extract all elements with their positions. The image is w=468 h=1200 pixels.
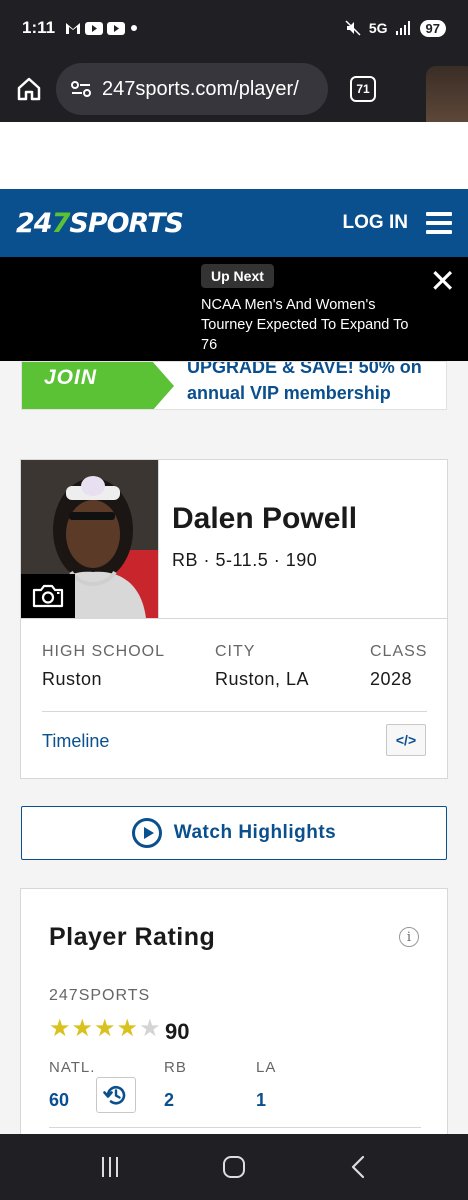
join-promo-text: UPGRADE & SAVE! 50% on annual VIP member… (187, 361, 422, 403)
youtube-icon-2 (107, 21, 126, 35)
high-school-value: Ruston (42, 669, 103, 689)
player-photo[interactable] (21, 460, 158, 618)
city-value: Ruston, LA (215, 669, 310, 689)
star-rating: ★ ★ ★ ★ ★ (49, 1017, 161, 1041)
city-info: CITY Ruston, LA (215, 643, 309, 690)
rating-source: 247SPORTS (49, 987, 151, 1004)
join-label: JOIN (44, 366, 98, 389)
logo-seven: 7 (51, 207, 71, 239)
up-next-badge: Up Next (201, 264, 274, 288)
rating-score: 90 (165, 1019, 190, 1044)
status-time: 1:11 (22, 18, 56, 37)
star-filled-icon: ★ (71, 1015, 94, 1042)
browser-toolbar: 247sports.com/player/ 71 (0, 56, 468, 122)
join-vip-banner[interactable]: JOIN UPGRADE & SAVE! 50% on annual VIP m… (21, 361, 447, 410)
player-card: Dalen Powell RB · 5-11.5 · 190 HIGH SCHO… (20, 459, 448, 779)
dot-icon (131, 25, 138, 31)
site-logo[interactable]: 247SPORTS (16, 207, 184, 239)
close-icon[interactable]: ✕ (429, 265, 456, 297)
rating-title: Player Rating (49, 923, 216, 951)
city-label: CITY (215, 643, 256, 660)
class-info: CLASS 2028 (370, 643, 427, 690)
up-next-headline[interactable]: NCAA Men's And Women's Tourney Expected … (201, 295, 411, 355)
gmail-icon (66, 22, 81, 34)
player-position-height-weight: RB · 5-11.5 · 190 (172, 550, 318, 570)
high-school-info: HIGH SCHOOL Ruston (42, 643, 165, 690)
camera-icon[interactable] (21, 574, 75, 618)
notification-icons (65, 21, 139, 35)
timeline-link[interactable]: Timeline (42, 731, 109, 752)
position-rank: RB 2 (164, 1059, 187, 1111)
signal-icon (395, 21, 410, 35)
system-nav-bar (0, 1134, 468, 1200)
mute-icon (345, 20, 361, 36)
youtube-icon (85, 21, 104, 35)
logo-suffix: SPORTS (69, 207, 184, 239)
national-rank: NATL. 60 (49, 1059, 95, 1111)
home-icon[interactable] (16, 76, 42, 102)
watch-highlights-button[interactable]: Watch Highlights (21, 806, 447, 860)
site-header: 247SPORTS LOG IN (0, 189, 468, 257)
logo-prefix: 24 (16, 207, 53, 239)
national-rank-label: NATL. (49, 1059, 96, 1076)
battery-level: 97 (419, 19, 446, 37)
rank-history-button[interactable] (96, 1077, 136, 1113)
tab-switcher-button[interactable]: 71 (350, 76, 376, 102)
join-arrow (152, 362, 174, 409)
play-icon (131, 818, 162, 848)
menu-icon[interactable] (426, 212, 452, 234)
up-next-overlay[interactable]: Up Next NCAA Men's And Women's Tourney E… (0, 257, 468, 361)
login-button[interactable]: LOG IN (343, 212, 408, 234)
home-button-icon[interactable] (222, 1156, 245, 1178)
recent-apps-icon[interactable] (102, 1157, 119, 1177)
divider (49, 1127, 421, 1128)
class-value: 2028 (370, 669, 413, 689)
watch-highlights-label: Watch Highlights (173, 822, 337, 843)
info-icon[interactable]: i (399, 927, 419, 947)
divider (21, 618, 447, 619)
national-rank-value[interactable]: 60 (49, 1090, 95, 1111)
position-rank-value[interactable]: 2 (164, 1090, 187, 1111)
state-rank-label: LA (256, 1059, 277, 1076)
state-rank-value[interactable]: 1 (256, 1090, 276, 1111)
url-text: 247sports.com/player/ (102, 77, 299, 100)
player-rating-card: Player Rating i 247SPORTS ★ ★ ★ ★ ★ 90 NATL.… (20, 888, 448, 1148)
star-filled-icon: ★ (49, 1015, 71, 1042)
divider (42, 711, 427, 712)
player-name: Dalen Powell (172, 502, 358, 535)
position-rank-label: RB (164, 1059, 187, 1076)
site-settings-icon[interactable] (70, 80, 92, 98)
photo-divider (158, 460, 159, 618)
status-bar: 1:11 5G 97 (0, 0, 468, 56)
history-icon (103, 1086, 126, 1105)
network-type: 5G (368, 20, 388, 36)
ad-space (0, 122, 468, 189)
high-school-label: HIGH SCHOOL (42, 643, 166, 660)
back-icon[interactable] (350, 1155, 366, 1179)
address-bar[interactable]: 247sports.com/player/ (56, 63, 328, 115)
class-label: CLASS (370, 643, 428, 660)
star-filled-icon: ★ (116, 1015, 139, 1042)
state-rank: LA 1 (256, 1059, 276, 1111)
star-filled-icon: ★ (94, 1015, 116, 1042)
status-right: 5G 97 (345, 19, 446, 37)
star-empty-icon: ★ (139, 1015, 161, 1042)
embed-code-button[interactable]: </> (386, 724, 426, 756)
